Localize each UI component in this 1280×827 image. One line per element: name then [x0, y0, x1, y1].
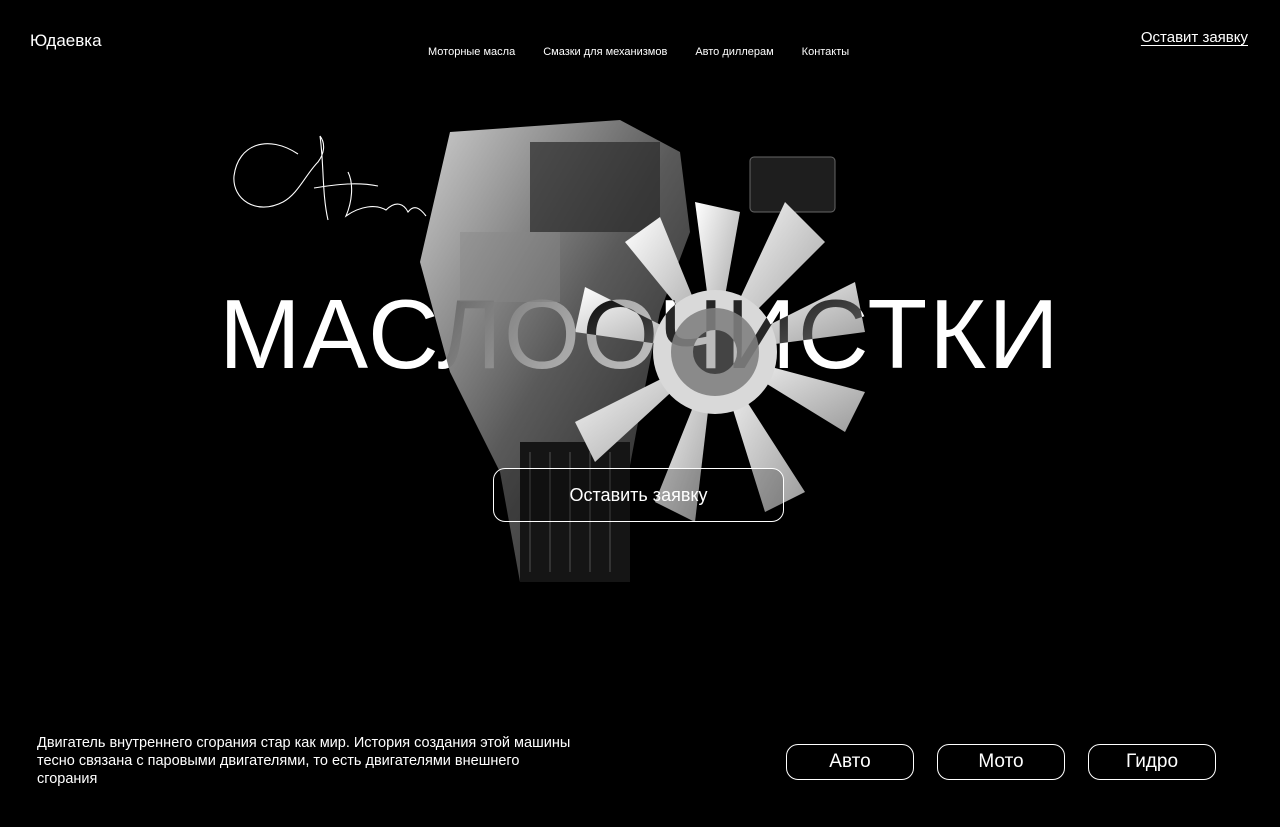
header-cta-link[interactable]: Оставит заявку: [1141, 29, 1248, 46]
nav-contacts[interactable]: Контакты: [802, 46, 850, 58]
hero-cta-button[interactable]: Оставить заявку: [493, 468, 784, 522]
main-nav: Моторные масла Смазки для механизмов Авт…: [428, 46, 877, 58]
hero-headline: МАСЛООЧИСТКИ: [219, 279, 1061, 389]
category-hydro-button[interactable]: Гидро: [1088, 744, 1216, 780]
category-moto-button[interactable]: Мото: [937, 744, 1065, 780]
nav-motor-oils[interactable]: Моторные масла: [428, 46, 515, 58]
logo[interactable]: Юдаевка: [30, 31, 102, 51]
nav-lubricants[interactable]: Смазки для механизмов: [543, 46, 667, 58]
nav-dealers[interactable]: Авто диллерам: [695, 46, 773, 58]
description-text: Двигатель внутреннего сгорания стар как …: [37, 735, 571, 787]
category-auto-button[interactable]: Авто: [786, 744, 914, 780]
category-buttons: Авто Мото Гидро: [786, 744, 1216, 780]
